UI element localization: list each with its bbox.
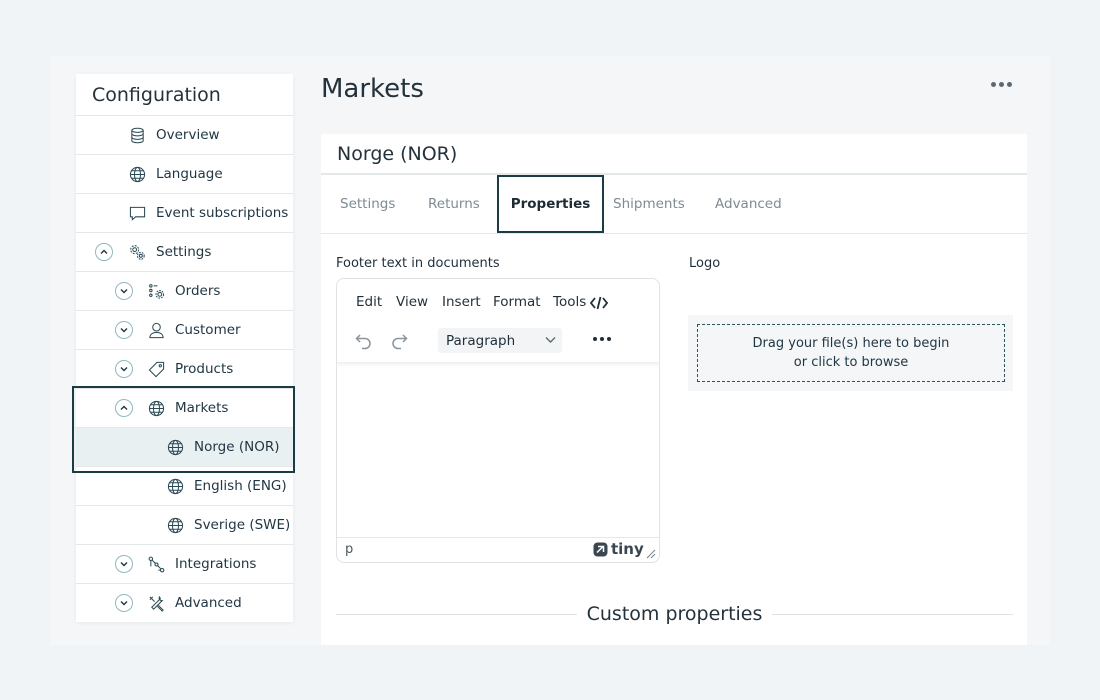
resize-handle-icon[interactable] (646, 549, 656, 559)
globe-icon (167, 478, 184, 495)
dot-icon (593, 337, 597, 341)
card-title: Norge (NOR) (321, 134, 1027, 175)
globe-icon (148, 400, 165, 417)
dot-icon (600, 337, 604, 341)
dot-icon (1006, 81, 1012, 87)
chat-bubble-icon (129, 206, 146, 221)
user-icon (149, 322, 164, 339)
rich-text-editor: Edit View Insert Format Tools Paragraph … (336, 278, 660, 563)
chevron-down-icon[interactable] (115, 321, 133, 339)
toolbar-more-button[interactable] (593, 337, 611, 341)
globe-icon (167, 439, 184, 456)
sidebar-item-markets[interactable]: Markets (76, 389, 293, 428)
tiny-logo[interactable]: tiny (593, 540, 644, 558)
undo-icon[interactable] (354, 331, 374, 351)
page-title: Markets (321, 74, 424, 104)
list-gear-icon (149, 284, 165, 299)
sidebar-item-label: Integrations (175, 556, 257, 572)
sidebar-item-language[interactable]: Language (76, 155, 293, 194)
sidebar-item-label: Customer (175, 322, 241, 338)
logo-label: Logo (689, 256, 721, 271)
file-dropzone[interactable]: Drag your file(s) here to begin or click… (697, 324, 1005, 382)
divider-line (336, 613, 577, 615)
editor-statusbar: p tiny (337, 537, 659, 562)
sidebar-item-norge[interactable]: Norge (NOR) (76, 428, 293, 467)
sidebar-item-advanced[interactable]: Advanced (76, 584, 293, 623)
sidebar-item-label: Advanced (175, 595, 242, 611)
sidebar-item-orders[interactable]: Orders (76, 272, 293, 311)
editor-content-area[interactable] (337, 364, 659, 538)
chevron-down-icon (545, 337, 556, 343)
database-icon (131, 127, 144, 144)
globe-icon (167, 517, 184, 534)
menu-insert[interactable]: Insert (442, 294, 481, 310)
sidebar-item-integrations[interactable]: Integrations (76, 545, 293, 584)
block-format-select[interactable]: Paragraph (438, 328, 562, 353)
footer-text-label: Footer text in documents (336, 256, 500, 271)
sidebar-item-english[interactable]: English (ENG) (76, 467, 293, 506)
more-options-button[interactable] (988, 76, 1014, 92)
menu-view[interactable]: View (396, 294, 428, 310)
menu-format[interactable]: Format (493, 294, 541, 310)
gears-icon (130, 245, 145, 260)
sidebar-item-label: English (ENG) (194, 478, 287, 494)
divider-line (772, 613, 1014, 615)
chevron-up-icon[interactable] (95, 243, 113, 261)
dropzone-line-2: or click to browse (793, 355, 909, 370)
sidebar-item-overview[interactable]: Overview (76, 116, 293, 155)
sidebar-item-label: Event subscriptions (156, 205, 289, 221)
sidebar-item-label: Settings (156, 244, 212, 260)
element-path[interactable]: p (345, 542, 353, 557)
sidebar: Configuration Overview Language Event su… (76, 74, 293, 622)
sidebar-item-label: Markets (175, 400, 229, 416)
chevron-down-icon[interactable] (115, 594, 133, 612)
tab-properties[interactable]: Properties (497, 175, 604, 233)
sidebar-item-products[interactable]: Products (76, 350, 293, 389)
tools-icon (149, 595, 164, 612)
custom-properties-heading: Custom properties (586, 603, 763, 625)
logo-upload: Drag your file(s) here to begin or click… (688, 315, 1013, 391)
tab-shipments[interactable]: Shipments (613, 175, 685, 233)
dot-icon (998, 81, 1004, 87)
tab-settings[interactable]: Settings (340, 175, 395, 233)
sidebar-title: Configuration (76, 74, 293, 116)
sidebar-item-label: Language (156, 166, 223, 182)
tiny-brand-icon (593, 542, 608, 556)
chevron-down-icon[interactable] (115, 282, 133, 300)
sidebar-item-customer[interactable]: Customer (76, 311, 293, 350)
sidebar-item-settings[interactable]: Settings (76, 233, 293, 272)
tiny-brand-text: tiny (611, 540, 644, 558)
block-format-value: Paragraph (446, 332, 516, 349)
sidebar-item-label: Overview (156, 127, 220, 143)
sidebar-item-label: Products (175, 361, 234, 377)
sidebar-item-sverige[interactable]: Sverige (SWE) (76, 506, 293, 545)
sidebar-item-label: Norge (NOR) (194, 439, 280, 455)
custom-properties-divider: Custom properties (336, 603, 1014, 625)
tab-bar: Settings Returns Properties Shipments Ad… (321, 175, 1027, 234)
menu-edit[interactable]: Edit (356, 294, 382, 310)
menu-tools[interactable]: Tools (553, 294, 586, 310)
source-code-icon[interactable] (590, 296, 608, 310)
chevron-down-icon[interactable] (115, 360, 133, 378)
dot-icon (990, 81, 996, 87)
dropzone-line-1: Drag your file(s) here to begin (752, 336, 950, 351)
tab-returns[interactable]: Returns (428, 175, 480, 233)
sidebar-item-event-subscriptions[interactable]: Event subscriptions (76, 194, 293, 233)
redo-icon[interactable] (389, 331, 409, 351)
editor-toolbar: Edit View Insert Format Tools Paragraph (337, 279, 659, 363)
tab-advanced[interactable]: Advanced (715, 175, 782, 233)
sidebar-item-label: Orders (175, 283, 221, 299)
chevron-up-icon[interactable] (115, 399, 133, 417)
chevron-down-icon[interactable] (115, 555, 133, 573)
globe-icon (129, 166, 146, 183)
sidebar-item-label: Sverige (SWE) (194, 517, 291, 533)
dot-icon (607, 337, 611, 341)
tag-icon (148, 361, 165, 378)
nodes-icon (148, 556, 165, 573)
